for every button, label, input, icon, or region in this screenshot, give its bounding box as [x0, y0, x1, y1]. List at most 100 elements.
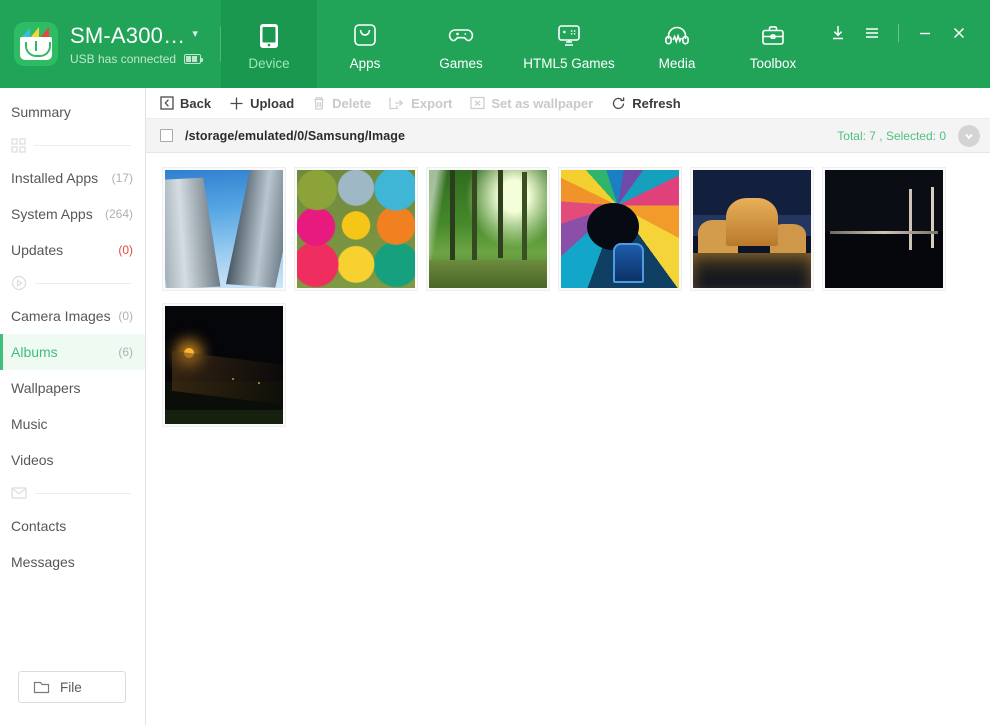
minimize-icon[interactable]: [908, 18, 942, 48]
back-icon: [160, 96, 174, 110]
sidebar-item-label: System Apps: [11, 206, 105, 222]
appdomain-window: SM-A300… ▾ USB has connected Device: [0, 0, 990, 725]
path-bar: /storage/emulated/0/Samsung/Image Total:…: [146, 119, 990, 153]
nav-tab-label: Media: [659, 56, 696, 72]
thumbnail-grid: [162, 167, 990, 427]
gamepad-icon: [446, 21, 476, 51]
sidebar-footer: File: [0, 671, 145, 725]
play-circle-icon: [11, 275, 27, 291]
thumbnail-skyscrapers[interactable]: [162, 167, 286, 291]
thumbnail-yarn-balls[interactable]: [294, 167, 418, 291]
set-as-wallpaper-button[interactable]: Set as wallpaper: [470, 96, 606, 111]
upload-button[interactable]: Upload: [229, 96, 307, 111]
app-body: Summary Installed Apps (17) System Apps: [0, 88, 990, 725]
nav-tab-label: Device: [248, 56, 289, 72]
close-icon[interactable]: [942, 18, 976, 48]
sidebar-item-label: Wallpapers: [11, 380, 133, 396]
headphone-icon: [662, 21, 692, 51]
select-all-checkbox[interactable]: [160, 129, 173, 142]
briefcase-icon: [758, 21, 788, 51]
toolbar-label: Set as wallpaper: [491, 96, 593, 111]
grid-icon: [11, 138, 26, 153]
export-button[interactable]: Export: [389, 96, 465, 111]
nav-tab-device[interactable]: Device: [221, 0, 317, 88]
nav-tab-toolbox[interactable]: Toolbox: [725, 0, 821, 88]
back-button[interactable]: Back: [160, 96, 224, 111]
nav-tab-label: Games: [439, 56, 483, 72]
sidebar-item-label: Messages: [11, 554, 133, 570]
sidebar-item-camera-images[interactable]: Camera Images (0): [0, 298, 145, 334]
sidebar-separator-personal: [0, 478, 145, 508]
sidebar-item-label: Camera Images: [11, 308, 118, 324]
sidebar-item-summary[interactable]: Summary: [0, 94, 145, 130]
toolbar-label: Upload: [250, 96, 294, 111]
file-button[interactable]: File: [18, 671, 126, 703]
toolbar-label: Refresh: [632, 96, 680, 111]
selection-counts: Total: 7 , Selected: 0: [837, 129, 946, 143]
sidebar-item-label: Installed Apps: [11, 170, 112, 186]
sidebar-separator-apps: [0, 130, 145, 160]
window-controls-divider: [898, 24, 899, 42]
nav-tab-html5-games[interactable]: HTML5 Games: [509, 0, 629, 88]
trash-icon: [312, 96, 326, 111]
nav-tab-label: HTML5 Games: [523, 56, 615, 72]
window-controls: [821, 0, 990, 88]
chevron-down-icon[interactable]: ▾: [192, 29, 198, 39]
device-text: SM-A300… ▾ USB has connected: [70, 23, 201, 66]
sidebar-item-count: (264): [105, 207, 133, 221]
sidebar: Summary Installed Apps (17) System Apps: [0, 88, 146, 725]
sidebar-item-albums[interactable]: Albums (6): [0, 334, 145, 370]
toolbar-label: Export: [411, 96, 452, 111]
sidebar-item-contacts[interactable]: Contacts: [0, 508, 145, 544]
menu-icon[interactable]: [855, 18, 889, 48]
nav-tab-label: Apps: [350, 56, 381, 72]
sidebar-item-count: (0): [118, 309, 133, 323]
thumbnail-street-lamps[interactable]: [162, 303, 286, 427]
bag-icon: [351, 21, 379, 51]
sidebar-item-music[interactable]: Music: [0, 406, 145, 442]
sidebar-item-installed-apps[interactable]: Installed Apps (17): [0, 160, 145, 196]
sidebar-item-videos[interactable]: Videos: [0, 442, 145, 478]
thumbnail-stained-glass[interactable]: [558, 167, 682, 291]
battery-icon: [184, 54, 201, 64]
sidebar-item-system-apps[interactable]: System Apps (264): [0, 196, 145, 232]
wallpaper-icon: [470, 96, 485, 110]
action-toolbar: Back Upload Delete: [146, 88, 990, 119]
thumbnail-grid-area: [146, 153, 990, 725]
sidebar-item-label: Music: [11, 416, 133, 432]
app-header: SM-A300… ▾ USB has connected Device: [0, 0, 990, 88]
sidebar-item-messages[interactable]: Messages: [0, 544, 145, 580]
plus-icon: [229, 96, 244, 111]
download-icon[interactable]: [821, 18, 855, 48]
nav-tab-games[interactable]: Games: [413, 0, 509, 88]
sidebar-item-count: (0): [118, 243, 133, 257]
folder-icon: [33, 680, 50, 695]
device-info-block[interactable]: SM-A300… ▾ USB has connected: [0, 0, 221, 88]
thumbnail-bridge-night[interactable]: [822, 167, 946, 291]
sidebar-item-count: (17): [112, 171, 133, 185]
sidebar-list: Summary Installed Apps (17) System Apps: [0, 88, 145, 580]
phone-icon: [256, 21, 282, 51]
refresh-button[interactable]: Refresh: [611, 96, 693, 111]
device-status: USB has connected: [70, 52, 176, 66]
monitor-icon: [554, 21, 584, 51]
sidebar-item-wallpapers[interactable]: Wallpapers: [0, 370, 145, 406]
app-logo-icon: [14, 22, 58, 66]
sidebar-separator-media: [0, 268, 145, 298]
nav-tab-apps[interactable]: Apps: [317, 0, 413, 88]
chevron-down-icon[interactable]: [958, 125, 980, 147]
sidebar-item-label: Videos: [11, 452, 133, 468]
nav-tab-label: Toolbox: [750, 56, 797, 72]
delete-button[interactable]: Delete: [312, 96, 384, 111]
sidebar-item-label: Updates: [11, 242, 118, 258]
nav-tab-media[interactable]: Media: [629, 0, 725, 88]
thumbnail-palace-night[interactable]: [690, 167, 814, 291]
export-icon: [389, 96, 405, 110]
file-button-label: File: [60, 680, 82, 695]
refresh-icon: [611, 96, 626, 111]
toolbar-label: Delete: [332, 96, 371, 111]
main-nav: Device Apps Games: [221, 0, 821, 88]
thumbnail-forest-path[interactable]: [426, 167, 550, 291]
sidebar-item-label: Summary: [11, 104, 133, 120]
sidebar-item-updates[interactable]: Updates (0): [0, 232, 145, 268]
